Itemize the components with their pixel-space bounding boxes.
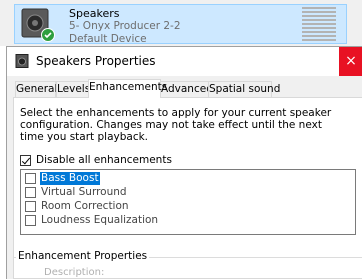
- checkbox-unchecked-icon[interactable]: [25, 187, 36, 198]
- disable-all-label: Disable all enhancements: [36, 154, 172, 166]
- device-list-item-speakers[interactable]: Speakers 5- Onyx Producer 2-2 Default De…: [14, 4, 347, 45]
- list-item[interactable]: Bass Boost: [21, 172, 321, 186]
- tab-spatial-sound[interactable]: Spatial sound: [208, 81, 280, 97]
- list-item[interactable]: Room Correction: [21, 200, 321, 214]
- device-model: 5- Onyx Producer 2-2: [69, 20, 181, 32]
- tab-label: Spatial sound: [209, 83, 281, 95]
- enhancements-tab-page: Select the enhancements to apply for you…: [13, 97, 362, 279]
- dialog-title: Speakers Properties: [36, 54, 156, 68]
- list-item[interactable]: Loudness Equalization: [21, 214, 321, 228]
- close-button[interactable]: ×: [339, 47, 362, 76]
- checkbox-checked-icon[interactable]: [20, 155, 31, 166]
- checkbox-unchecked-icon[interactable]: [25, 201, 36, 212]
- enhancement-properties-title: Enhancement Properties: [16, 250, 150, 262]
- tab-levels[interactable]: Levels: [56, 81, 91, 97]
- enhancements-instructions: Select the enhancements to apply for you…: [20, 107, 332, 143]
- tab-label: Enhancements: [89, 81, 168, 93]
- tab-label: General: [16, 83, 58, 95]
- device-name: Speakers: [69, 7, 120, 20]
- checkbox-unchecked-icon[interactable]: [25, 215, 36, 226]
- volume-level-meter: [302, 7, 336, 43]
- speaker-icon: [15, 54, 29, 68]
- enhancement-label: Bass Boost: [40, 172, 100, 185]
- tab-label: Advanced: [161, 83, 213, 95]
- enhancements-list[interactable]: Bass Boost Virtual Surround Room Correct…: [20, 169, 356, 235]
- enhancement-label: Room Correction: [41, 200, 129, 212]
- tab-advanced[interactable]: Advanced: [160, 81, 213, 97]
- description-label: Description:: [44, 267, 105, 278]
- checkbox-unchecked-icon[interactable]: [25, 173, 36, 184]
- list-item[interactable]: Virtual Surround: [21, 186, 321, 200]
- close-icon: ×: [345, 53, 357, 69]
- tab-label: Levels: [57, 83, 91, 95]
- speaker-icon: [21, 8, 55, 42]
- dialog-titlebar: Speakers Properties ×: [7, 47, 362, 76]
- enhancement-label: Loudness Equalization: [41, 214, 159, 226]
- device-status: Default Device: [69, 33, 147, 45]
- tab-enhancements[interactable]: Enhancements: [88, 79, 167, 98]
- speakers-properties-dialog: Speakers Properties × General Levels Enh…: [6, 46, 362, 279]
- tab-general[interactable]: General: [15, 81, 58, 97]
- enhancement-label: Virtual Surround: [41, 186, 127, 198]
- sound-panel-background: Speakers 5- Onyx Producer 2-2 Default De…: [0, 0, 362, 46]
